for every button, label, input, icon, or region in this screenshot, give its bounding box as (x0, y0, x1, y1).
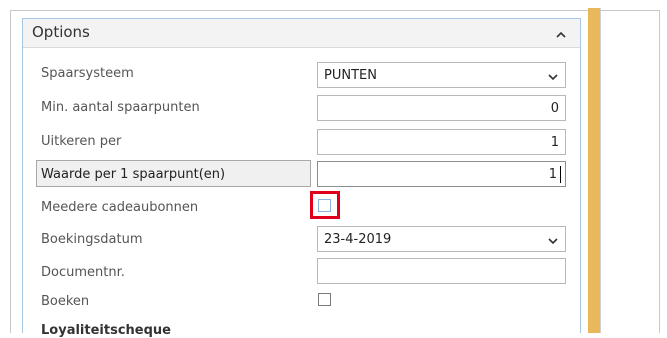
waarde-per-spaarpunt-value: 1 (548, 167, 557, 182)
loyaliteitscheque-section-label: Loyaliteitscheque (41, 323, 171, 338)
chevron-up-icon[interactable] (554, 27, 568, 41)
chevron-down-icon (547, 71, 559, 81)
uitkeren-per-value: 1 (550, 135, 559, 150)
panel-title: Options (32, 23, 90, 41)
divider (600, 8, 601, 333)
documentnr-label: Documentnr. (41, 265, 125, 280)
spaarsysteem-label: Spaarsysteem (41, 66, 134, 81)
vertical-splitter-bar[interactable] (588, 8, 600, 333)
waarde-per-spaarpunt-input[interactable]: 1 (317, 161, 566, 187)
uitkeren-per-label: Uitkeren per (41, 134, 122, 149)
waarde-per-spaarpunt-label: Waarde per 1 spaarpunt(en) (41, 167, 226, 182)
meedere-cadeaubonnen-label: Meedere cadeaubonnen (41, 200, 199, 215)
boeken-checkbox[interactable] (318, 293, 331, 306)
min-aantal-spaarpunten-value: 0 (550, 101, 559, 116)
highlight-annotation (310, 191, 340, 219)
spaarsysteem-value: PUNTEN (324, 68, 377, 83)
options-panel-header[interactable]: Options (23, 19, 580, 48)
min-aantal-spaarpunten-label: Min. aantal spaarpunten (41, 100, 200, 115)
boekingsdatum-value: 23-4-2019 (324, 232, 392, 247)
min-aantal-spaarpunten-input[interactable]: 0 (317, 95, 566, 121)
documentnr-input[interactable] (317, 258, 566, 284)
chevron-down-icon (547, 235, 559, 245)
boekingsdatum-label: Boekingsdatum (41, 232, 143, 247)
boekingsdatum-dropdown[interactable]: 23-4-2019 (317, 226, 566, 252)
uitkeren-per-input[interactable]: 1 (317, 129, 566, 155)
spaarsysteem-dropdown[interactable]: PUNTEN (317, 62, 566, 88)
boeken-label: Boeken (41, 294, 90, 309)
text-caret (560, 166, 561, 183)
